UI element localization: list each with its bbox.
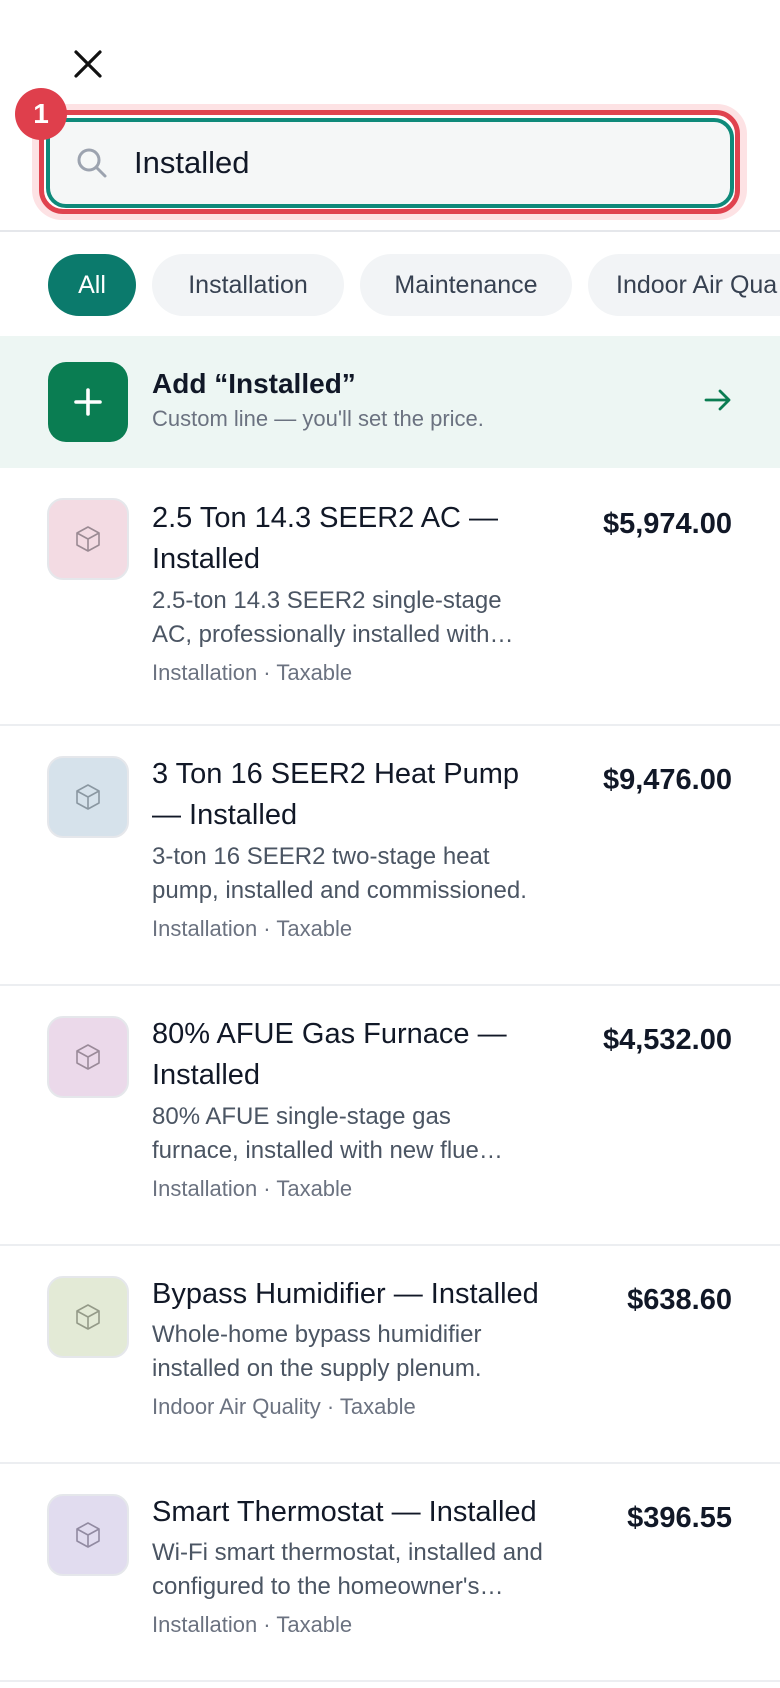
- item-description: 3-ton 16 SEER2 two-stage heat pump, insta…: [152, 843, 527, 904]
- item-meta: Installation · Taxable: [152, 1176, 353, 1201]
- item-name: 3 Ton 16 SEER2 Heat Pump — Installed: [152, 758, 520, 831]
- item-description: 2.5-ton 14.3 SEER2 single-stage AC, profe…: [152, 587, 514, 648]
- item-price: $638.60: [627, 1284, 732, 1316]
- annotation-badge: 1: [15, 88, 67, 140]
- item-name: Smart Thermostat — Installed: [152, 1496, 537, 1528]
- filter-chips: All Installation Maintenance Indoor Air …: [0, 254, 780, 318]
- package-icon: [76, 526, 100, 552]
- item-price: $5,974.00: [602, 508, 732, 540]
- list-item[interactable]: 3 Ton 16 SEER2 Heat Pump — Installed 3-to…: [0, 726, 780, 986]
- list-item[interactable]: Smart Thermostat — Installed Wi-Fi smart…: [0, 1464, 780, 1682]
- arrow-right-icon: [704, 389, 731, 411]
- item-meta: Indoor Air Quality · Taxable: [152, 1394, 416, 1419]
- item-meta: Installation · Taxable: [152, 916, 353, 941]
- close-button[interactable]: [70, 46, 106, 82]
- chip-indoor-air-quality[interactable]: Indoor Air Qua: [588, 254, 780, 316]
- package-icon: [76, 784, 100, 810]
- add-button[interactable]: [48, 362, 128, 442]
- item-thumbnail: [47, 498, 129, 580]
- item-description: Whole-home bypass humidifier installed on…: [152, 1321, 482, 1382]
- chip-maintenance[interactable]: Maintenance: [360, 254, 572, 316]
- chip-installation[interactable]: Installation: [152, 254, 344, 316]
- chip-all[interactable]: All: [48, 254, 136, 316]
- item-price: $4,532.00: [602, 1024, 732, 1056]
- search-header: 1: [0, 0, 780, 232]
- package-icon: [76, 1304, 100, 1330]
- add-custom-title: Add “Installed”: [152, 368, 356, 399]
- item-meta: Installation · Taxable: [152, 660, 353, 685]
- search-input[interactable]: [134, 145, 694, 181]
- search-box[interactable]: [46, 118, 734, 208]
- item-price: $396.55: [627, 1502, 732, 1534]
- results-list: 2.5 Ton 14.3 SEER2 AC — Installed 2.5-ton…: [0, 468, 780, 1682]
- plus-icon: [74, 388, 102, 416]
- item-thumbnail: [47, 1276, 129, 1358]
- package-icon: [76, 1522, 100, 1548]
- search-icon: [72, 143, 112, 183]
- item-name: 80% AFUE Gas Furnace — Installed: [152, 1018, 507, 1091]
- item-thumbnail: [47, 1016, 129, 1098]
- item-name: 2.5 Ton 14.3 SEER2 AC — Installed: [152, 502, 499, 575]
- add-custom-line[interactable]: Add “Installed” Custom line — you'll set…: [0, 336, 780, 468]
- item-description: Wi-Fi smart thermostat, installed and con…: [152, 1539, 543, 1600]
- list-item[interactable]: 80% AFUE Gas Furnace — Installed 80% AFUE…: [0, 986, 780, 1246]
- add-custom-subtitle: Custom line — you'll set the price.: [152, 406, 484, 431]
- item-thumbnail: [47, 1494, 129, 1576]
- list-item[interactable]: Bypass Humidifier — Installed Whole-home…: [0, 1246, 780, 1464]
- item-name: Bypass Humidifier — Installed: [152, 1278, 539, 1310]
- close-icon: [74, 50, 102, 78]
- item-thumbnail: [47, 756, 129, 838]
- list-item[interactable]: 2.5 Ton 14.3 SEER2 AC — Installed 2.5-ton…: [0, 468, 780, 726]
- item-meta: Installation · Taxable: [152, 1612, 353, 1637]
- item-description: 80% AFUE single-stage gas furnace, instal…: [152, 1103, 503, 1164]
- item-price: $9,476.00: [602, 764, 732, 796]
- package-icon: [76, 1044, 100, 1070]
